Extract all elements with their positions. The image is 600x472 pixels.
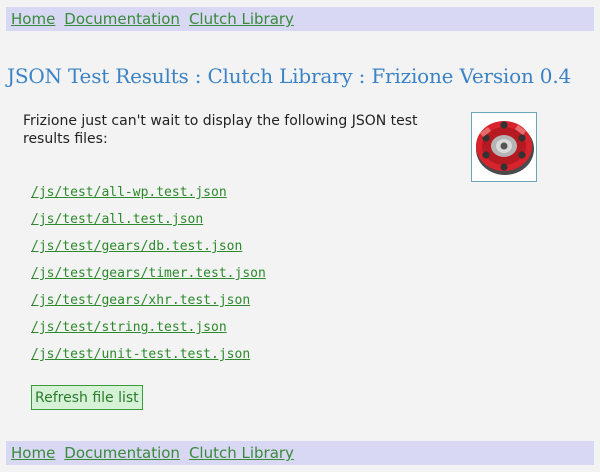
refresh-file-list-button[interactable]: Refresh file list: [31, 385, 143, 410]
nav-home-link[interactable]: Home: [11, 10, 55, 28]
list-item: /js/test/gears/xhr.test.json: [31, 288, 266, 315]
list-item: /js/test/all-wp.test.json: [31, 180, 266, 207]
top-nav: Home Documentation Clutch Library: [6, 7, 594, 31]
bottom-nav: Home Documentation Clutch Library: [6, 441, 594, 465]
list-item: /js/test/gears/timer.test.json: [31, 261, 266, 288]
clutch-logo-icon: [476, 121, 534, 175]
clutch-logo-image: [471, 112, 537, 182]
nav-documentation-link[interactable]: Documentation: [64, 444, 180, 462]
file-link[interactable]: /js/test/gears/xhr.test.json: [31, 293, 250, 308]
file-list: /js/test/all-wp.test.json /js/test/all.t…: [31, 180, 266, 369]
list-item: /js/test/string.test.json: [31, 315, 266, 342]
file-link[interactable]: /js/test/all.test.json: [31, 212, 203, 227]
file-link[interactable]: /js/test/unit-test.test.json: [31, 347, 250, 362]
intro-text: Frizione just can't wait to display the …: [23, 113, 418, 147]
list-item: /js/test/all.test.json: [31, 207, 266, 234]
page-title: JSON Test Results : Clutch Library : Fri…: [7, 64, 572, 88]
file-link[interactable]: /js/test/gears/timer.test.json: [31, 266, 266, 281]
file-link[interactable]: /js/test/all-wp.test.json: [31, 185, 227, 200]
list-item: /js/test/unit-test.test.json: [31, 342, 266, 369]
file-link[interactable]: /js/test/string.test.json: [31, 320, 227, 335]
nav-documentation-link[interactable]: Documentation: [64, 10, 180, 28]
nav-library-link[interactable]: Clutch Library: [189, 444, 294, 462]
file-link[interactable]: /js/test/gears/db.test.json: [31, 239, 242, 254]
list-item: /js/test/gears/db.test.json: [31, 234, 266, 261]
nav-library-link[interactable]: Clutch Library: [189, 10, 294, 28]
nav-home-link[interactable]: Home: [11, 444, 55, 462]
